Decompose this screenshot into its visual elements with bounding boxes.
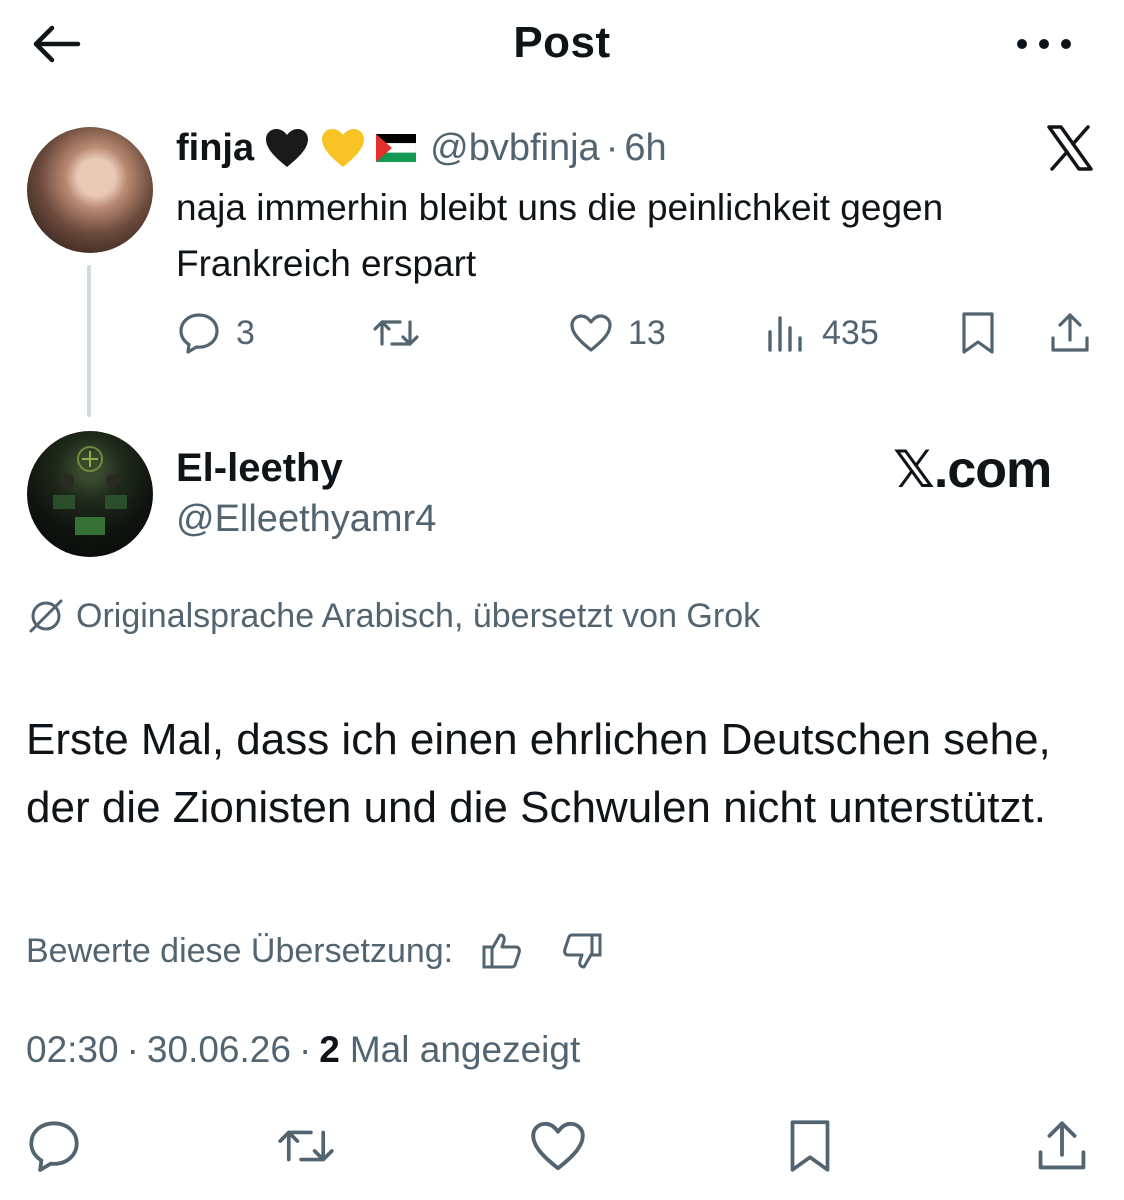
- reply-button[interactable]: 3: [176, 306, 255, 360]
- main-reply-button[interactable]: [22, 1114, 86, 1178]
- black-heart-icon: [264, 127, 310, 169]
- thumbs-down-icon: [563, 933, 602, 969]
- main-share-button[interactable]: [1030, 1114, 1094, 1178]
- heart-icon: [531, 1121, 585, 1171]
- page-title: Post: [513, 18, 611, 67]
- yellow-heart-icon: [320, 127, 366, 169]
- tweet-meta: 02:30 · 30.06.26 · 2 Mal angezeigt: [26, 1026, 580, 1074]
- share-icon: [1038, 1121, 1086, 1170]
- translation-note[interactable]: Originalsprache Arabisch, übersetzt von …: [26, 594, 760, 638]
- reply-icon: [29, 1121, 79, 1172]
- meta-separator: ·: [126, 1029, 139, 1070]
- share-button[interactable]: [1048, 306, 1092, 360]
- repost-icon: [278, 1130, 334, 1162]
- bookmark-icon: [962, 312, 994, 354]
- avatar-emblem-icon: [53, 446, 127, 535]
- parent-handle[interactable]: @bvbfinja: [430, 127, 600, 170]
- parent-tweet-header: finja @bvbfinja · 6h: [176, 124, 667, 172]
- repost-button[interactable]: [370, 306, 422, 360]
- tweet-date[interactable]: 30.06.26: [147, 1029, 291, 1071]
- avatar-elleethy[interactable]: [27, 431, 153, 557]
- grok-icon: [29, 599, 63, 633]
- back-button[interactable]: [28, 20, 84, 68]
- parent-display-name[interactable]: finja: [176, 127, 254, 170]
- reply-count: 3: [236, 313, 255, 352]
- translation-note-text: Originalsprache Arabisch, übersetzt von …: [76, 596, 761, 635]
- bookmark-icon: [790, 1120, 830, 1172]
- main-like-button[interactable]: [526, 1114, 590, 1178]
- x-logo-icon: [1046, 124, 1094, 172]
- main-tweet-text: Erste Mal, dass ich einen ehrlichen Deut…: [26, 715, 1051, 832]
- views-label: Mal angezeigt: [349, 1029, 581, 1070]
- arrow-left-icon: [33, 25, 81, 63]
- more-horizontal-icon: [1017, 39, 1071, 49]
- thumbs-down-button[interactable]: [557, 926, 607, 976]
- reply-icon: [179, 313, 219, 354]
- thumbs-up-button[interactable]: [477, 926, 527, 976]
- views-count: 2: [319, 1029, 340, 1070]
- main-bookmark-button[interactable]: [778, 1114, 842, 1178]
- rate-translation: Bewerte diese Übersetzung:: [26, 926, 607, 976]
- main-display-name[interactable]: El-leethy: [176, 446, 343, 491]
- separator-dot: ·: [605, 126, 619, 169]
- parent-tweet-text: naja immerhin bleibt uns die peinlichkei…: [176, 187, 944, 284]
- tweet-time[interactable]: 02:30: [26, 1029, 119, 1071]
- heart-icon: [570, 314, 612, 352]
- avatar-finja[interactable]: [27, 127, 153, 253]
- view-count: 435: [822, 313, 879, 352]
- main-handle[interactable]: @Elleethyamr4: [176, 498, 436, 541]
- rate-translation-label: Bewerte diese Übersetzung:: [26, 931, 454, 970]
- repost-icon: [373, 320, 419, 346]
- thread-connector-line: [87, 265, 91, 417]
- like-button[interactable]: 13: [568, 306, 666, 360]
- like-count: 13: [628, 313, 666, 352]
- palestine-flag-icon: [376, 134, 417, 162]
- parent-action-bar: 3 13 435: [176, 306, 1096, 360]
- thumbs-up-icon: [482, 933, 521, 969]
- main-action-bar: [0, 1114, 1124, 1178]
- more-options-button[interactable]: [1012, 28, 1076, 60]
- analytics-icon: [768, 316, 802, 352]
- bookmark-button[interactable]: [958, 306, 998, 360]
- parent-timestamp[interactable]: 6h: [624, 127, 666, 170]
- views-button[interactable]: 435: [764, 306, 879, 360]
- share-icon: [1051, 313, 1089, 352]
- meta-separator: ·: [298, 1029, 312, 1070]
- main-repost-button[interactable]: [274, 1114, 338, 1178]
- x-com-watermark: 𝕏.com: [893, 441, 1052, 499]
